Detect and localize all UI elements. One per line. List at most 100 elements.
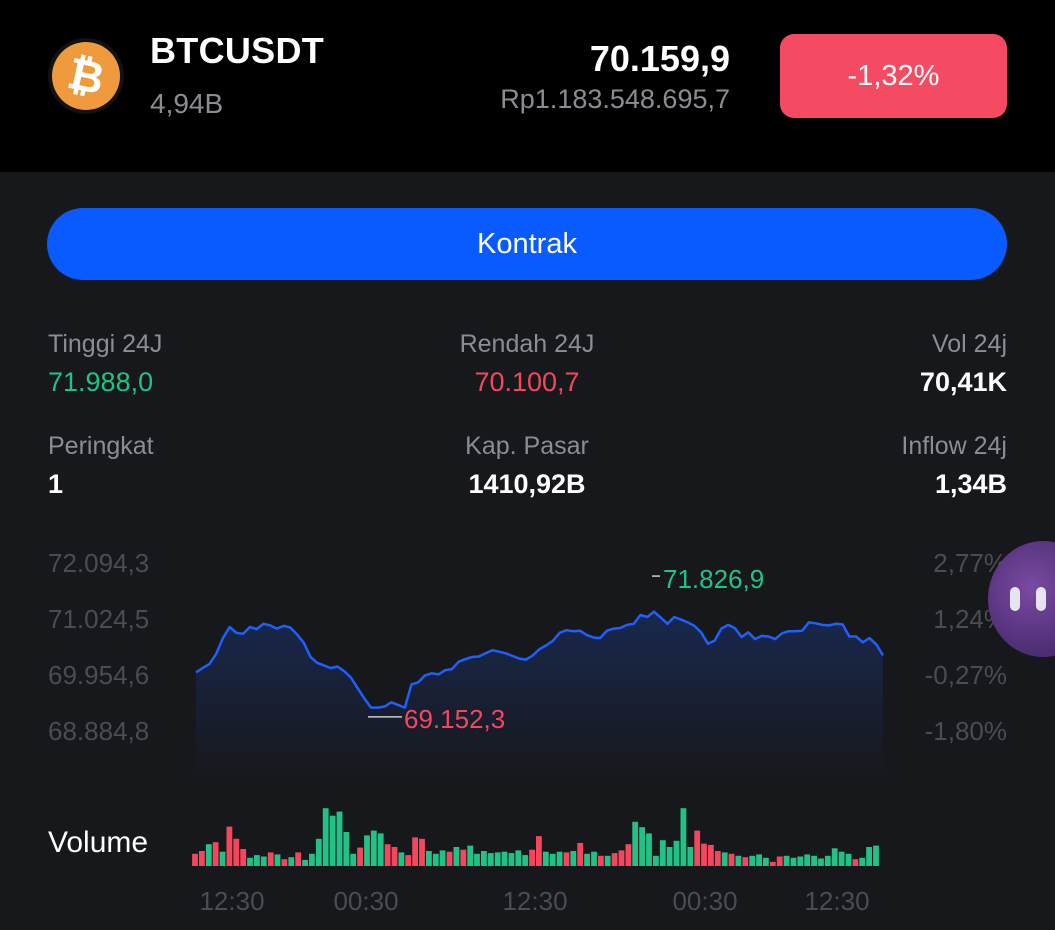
volume-bar xyxy=(542,851,549,866)
assistant-eye-icon xyxy=(1010,587,1020,611)
volume-bar xyxy=(281,859,288,866)
volume-bar xyxy=(536,836,542,866)
stat-volume-label: Vol 24j xyxy=(931,330,1007,358)
percent-axis-tick: -0,27% xyxy=(924,660,1007,690)
volume-bar xyxy=(790,857,797,866)
stat-volume: Vol 24j 70,41K xyxy=(920,330,1007,398)
volume-bar xyxy=(584,853,590,866)
volume-bar xyxy=(391,847,398,866)
volume-bar xyxy=(742,857,749,866)
volume-bar xyxy=(432,853,439,866)
volume-bar xyxy=(556,851,563,866)
volume-bar xyxy=(639,827,645,866)
volume-bar xyxy=(212,842,219,866)
volume-bar xyxy=(549,853,556,866)
volume-bar xyxy=(611,853,618,866)
volume-bar xyxy=(515,850,522,866)
volume-bar xyxy=(453,847,460,866)
volume-bar xyxy=(659,840,666,866)
volume-bar xyxy=(522,855,529,866)
volume-bar xyxy=(852,859,859,866)
volume-bar xyxy=(357,847,363,866)
volume-bar xyxy=(783,855,790,866)
percent-axis-tick: -1,80% xyxy=(924,716,1007,746)
volume-bar xyxy=(302,859,308,866)
volume-bar xyxy=(618,850,625,866)
volume-bar xyxy=(405,855,412,866)
volume-bar xyxy=(687,847,694,866)
volume-bar xyxy=(481,851,487,866)
stat-market-cap-label: Kap. Pasar xyxy=(465,432,589,460)
volume-bar xyxy=(818,858,824,866)
volume-bar xyxy=(226,826,233,866)
volume-bar xyxy=(267,852,274,866)
volume-bar xyxy=(632,821,639,866)
time-axis-tick: 00:30 xyxy=(333,886,399,916)
volume-bar xyxy=(776,856,783,866)
stat-high: Tinggi 24J 71.988,0 xyxy=(48,330,162,398)
stat-market-cap-value: 1410,92B xyxy=(468,469,586,499)
stat-high-label: Tinggi 24J xyxy=(48,330,163,358)
price-change-badge[interactable]: -1,32% xyxy=(780,34,1007,118)
volume-bar xyxy=(446,851,453,866)
volume-bar xyxy=(260,856,267,866)
volume-bar xyxy=(426,851,432,866)
volume-bar xyxy=(721,852,728,866)
price-area xyxy=(196,611,883,780)
stat-rank: Peringkat 1 xyxy=(48,432,154,500)
stat-market-cap: Kap. Pasar 1410,92B xyxy=(465,432,589,500)
volume-bar xyxy=(247,857,253,866)
volume-bar xyxy=(343,832,350,866)
volume-bar xyxy=(199,851,205,866)
volume-bar xyxy=(494,852,501,866)
volume-bar xyxy=(439,850,446,866)
time-axis-tick: 12:30 xyxy=(502,886,568,916)
time-axis-tick: 12:30 xyxy=(804,886,870,916)
volume-bar xyxy=(322,808,329,866)
volume-bar xyxy=(673,840,680,866)
volume-bar xyxy=(845,853,852,866)
volume-bar xyxy=(336,811,343,866)
volume-bar xyxy=(563,852,570,866)
price-axis-tick: 72.094,3 xyxy=(48,548,150,578)
volume-bar xyxy=(763,857,769,866)
volume-bar xyxy=(240,849,247,866)
volume-bar xyxy=(309,853,315,866)
volume-bar xyxy=(398,852,405,866)
volume-bar xyxy=(384,844,391,866)
volume-bar xyxy=(529,849,535,866)
volume-bar xyxy=(714,851,721,866)
last-price: 70.159,9 xyxy=(589,38,730,79)
volume-bar xyxy=(370,830,377,866)
volume-bar xyxy=(205,844,212,866)
volume-bar xyxy=(501,851,508,866)
min-price-annotation: 69.152,3 xyxy=(404,704,506,734)
volume-label: Volume xyxy=(48,826,149,859)
stat-low-value: 70.100,7 xyxy=(474,367,580,397)
symbol-title: BTCUSDT xyxy=(150,30,325,71)
volume-bar xyxy=(577,842,584,866)
volume-bar xyxy=(474,853,480,866)
kontrak-button[interactable]: Kontrak xyxy=(47,208,1007,280)
volume-bar xyxy=(460,849,467,866)
volume-bar xyxy=(350,853,357,866)
stat-inflow-label: Inflow 24j xyxy=(901,432,1007,460)
stat-high-value: 71.988,0 xyxy=(48,367,154,397)
volume-bar xyxy=(701,843,707,866)
volume-bar xyxy=(274,854,281,866)
max-price-annotation: 71.826,9 xyxy=(663,564,765,594)
volume-bar xyxy=(625,844,632,866)
price-axis-tick: 68.884,8 xyxy=(48,716,150,746)
stat-low: Rendah 24J 70.100,7 xyxy=(460,330,595,398)
volume-bar xyxy=(811,855,817,866)
volume-bar xyxy=(377,833,384,866)
volume-bar xyxy=(219,851,226,866)
volume-bar xyxy=(192,853,198,866)
volume-bar xyxy=(804,854,811,866)
volume-bar xyxy=(646,833,652,866)
volume-bar xyxy=(653,855,659,866)
volume-bar xyxy=(838,851,845,866)
stat-inflow-value: 1,34B xyxy=(934,469,1007,499)
stat-inflow: Inflow 24j 1,34B xyxy=(901,432,1007,500)
time-axis-tick: 00:30 xyxy=(672,886,738,916)
